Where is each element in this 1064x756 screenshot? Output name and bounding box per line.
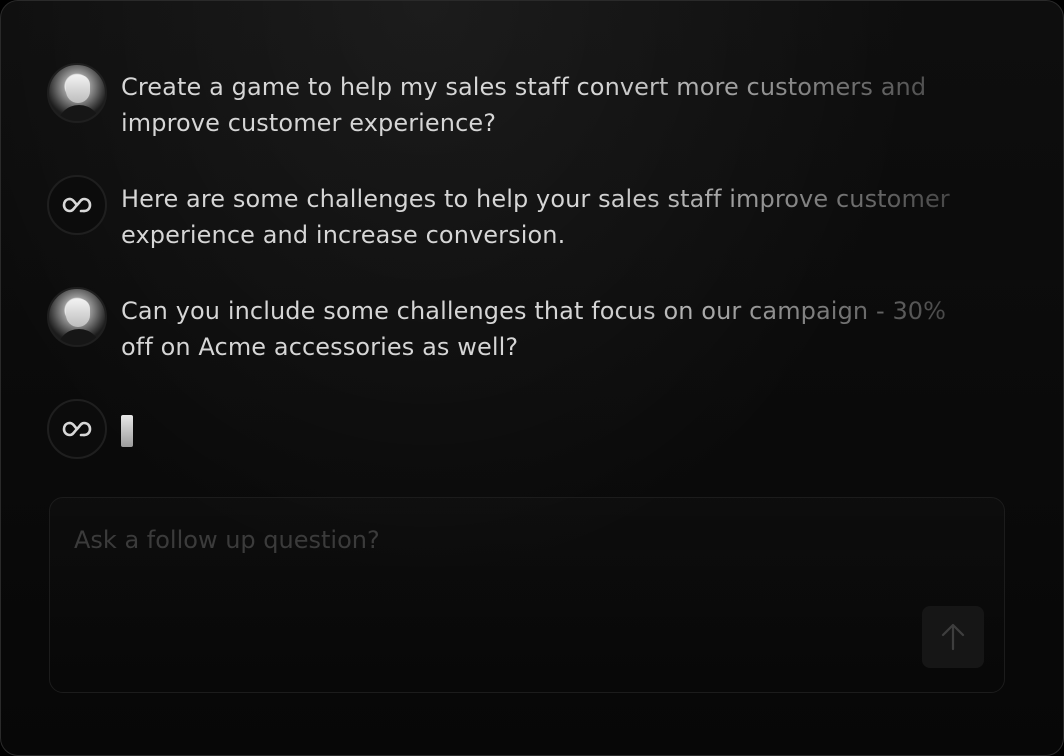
composer — [49, 497, 1005, 693]
arrow-up-icon — [941, 623, 965, 651]
user-avatar-shoulders — [57, 105, 101, 121]
user-avatar-shoulders — [57, 329, 101, 345]
user-avatar-face — [66, 75, 90, 103]
user-avatar — [47, 63, 107, 123]
infinity-logo-icon — [62, 197, 92, 213]
message-assistant-typing — [47, 399, 987, 459]
message-text: Here are some challenges to help your sa… — [121, 181, 981, 253]
follow-up-input[interactable] — [74, 520, 934, 560]
assistant-avatar — [47, 399, 107, 459]
assistant-avatar — [47, 175, 107, 235]
infinity-logo-icon — [62, 421, 92, 437]
chat-panel: Create a game to help my sales staff con… — [0, 0, 1064, 756]
message-text: Can you include some challenges that foc… — [121, 293, 981, 365]
message-assistant: Here are some challenges to help your sa… — [47, 175, 987, 253]
message-user: Create a game to help my sales staff con… — [47, 63, 987, 141]
user-avatar-face — [66, 299, 90, 327]
chat-thread: Create a game to help my sales staff con… — [47, 63, 987, 493]
message-user: Can you include some challenges that foc… — [47, 287, 987, 365]
send-button[interactable] — [922, 606, 984, 668]
user-avatar — [47, 287, 107, 347]
message-text: Create a game to help my sales staff con… — [121, 69, 981, 141]
typing-cursor — [121, 415, 133, 447]
